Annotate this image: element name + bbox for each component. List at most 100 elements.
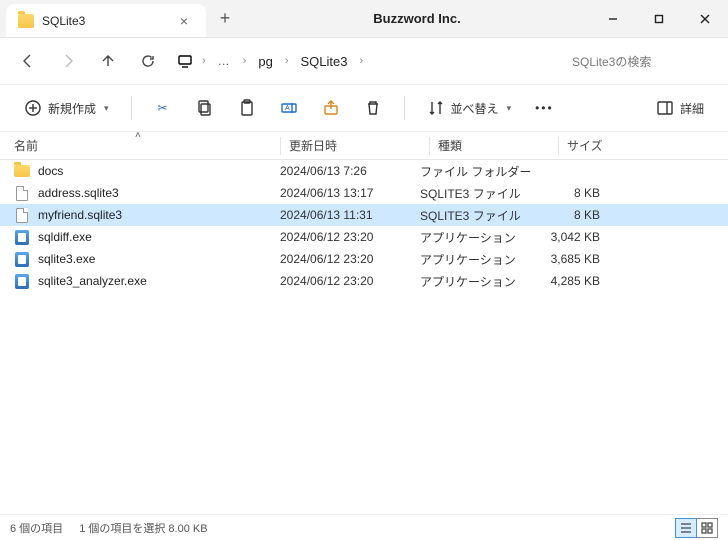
sort-icon [427, 99, 445, 117]
up-button[interactable] [90, 43, 126, 79]
breadcrumb-overflow[interactable]: … [214, 54, 235, 68]
file-size: 8 KB [540, 208, 620, 222]
file-date: 2024/06/12 23:20 [280, 230, 420, 244]
file-size: 4,285 KB [540, 274, 620, 288]
table-row[interactable]: address.sqlite3 2024/06/13 13:17SQLITE3 フ… [0, 182, 728, 204]
file-size: 8 KB [540, 186, 620, 200]
file-date: 2024/06/13 11:31 [280, 208, 420, 222]
refresh-button[interactable] [130, 43, 166, 79]
share-icon [322, 99, 340, 117]
back-button[interactable] [10, 43, 46, 79]
breadcrumb-seg-pg[interactable]: pg [254, 52, 276, 71]
view-thumbnails-button[interactable] [696, 518, 718, 538]
sort-button[interactable]: 並べ替え ▾ [417, 91, 522, 125]
app-title: Buzzword Inc. [244, 0, 590, 37]
close-button[interactable] [682, 0, 728, 37]
column-type[interactable]: 種類 [438, 137, 558, 154]
chevron-right-icon[interactable]: › [279, 55, 295, 67]
breadcrumb[interactable]: › … › pg › SQLite3 › [176, 52, 564, 71]
file-name: sqlite3.exe [38, 252, 95, 266]
file-size: 3,042 KB [540, 230, 620, 244]
sort-indicator-icon: ˄ [135, 130, 141, 141]
file-name: myfriend.sqlite3 [38, 208, 122, 222]
column-headers: ˄ 名前 更新日時 種類 サイズ [0, 132, 728, 160]
file-type: SQLITE3 ファイル [420, 185, 540, 202]
titlebar: SQLite3 × + Buzzword Inc. [0, 0, 728, 38]
file-date: 2024/06/13 13:17 [280, 186, 420, 200]
view-details-button[interactable] [675, 518, 697, 538]
forward-button[interactable] [50, 43, 86, 79]
sort-label: 並べ替え [451, 100, 499, 117]
exe-icon [14, 251, 30, 267]
file-type: ファイル フォルダー [420, 163, 540, 180]
file-size: 3,685 KB [540, 252, 620, 266]
command-bar: 新規作成 ▾ ✂ A 並べ替え ▾ ••• 詳細 [0, 84, 728, 132]
file-type: アプリケーション [420, 251, 540, 268]
plus-circle-icon [24, 99, 42, 117]
file-list: docs 2024/06/13 7:26ファイル フォルダー address.sql… [0, 160, 728, 292]
maximize-button[interactable] [636, 0, 682, 37]
table-row[interactable]: docs 2024/06/13 7:26ファイル フォルダー [0, 160, 728, 182]
window-tab[interactable]: SQLite3 × [6, 4, 206, 37]
monitor-icon [176, 52, 194, 70]
table-row[interactable]: sqldiff.exe 2024/06/12 23:20アプリケーション3,042… [0, 226, 728, 248]
file-date: 2024/06/13 7:26 [280, 164, 420, 178]
status-count: 6 個の項目 [10, 520, 63, 536]
clipboard-icon [238, 99, 256, 117]
details-pane-button[interactable]: 詳細 [646, 91, 714, 125]
file-type: SQLITE3 ファイル [420, 207, 540, 224]
status-selection: 1 個の項目を選択 8.00 KB [79, 520, 207, 536]
file-icon [14, 207, 30, 223]
trash-icon [364, 99, 382, 117]
file-icon [14, 185, 30, 201]
chevron-right-icon[interactable]: › [353, 55, 369, 67]
exe-icon [14, 229, 30, 245]
delete-button[interactable] [354, 91, 392, 125]
details-icon [656, 99, 674, 117]
ellipsis-icon: ••• [535, 101, 554, 115]
file-date: 2024/06/12 23:20 [280, 252, 420, 266]
share-button[interactable] [312, 91, 350, 125]
file-name: address.sqlite3 [38, 186, 119, 200]
file-name: sqldiff.exe [38, 230, 92, 244]
rename-button[interactable]: A [270, 91, 308, 125]
window-controls [590, 0, 728, 37]
file-type: アプリケーション [420, 229, 540, 246]
tab-title: SQLite3 [42, 14, 85, 28]
column-name[interactable]: 名前 [14, 137, 280, 154]
separator [131, 96, 132, 120]
breadcrumb-seg-sqlite3[interactable]: SQLite3 [296, 52, 351, 71]
folder-icon [14, 163, 30, 179]
chevron-down-icon: ▾ [507, 103, 512, 114]
search-input[interactable]: SQLite3の検索 [568, 47, 718, 76]
paste-button[interactable] [228, 91, 266, 125]
separator [404, 96, 405, 120]
cut-button[interactable]: ✂ [144, 91, 182, 125]
file-type: アプリケーション [420, 273, 540, 290]
svg-text:A: A [285, 105, 290, 112]
file-date: 2024/06/12 23:20 [280, 274, 420, 288]
new-button[interactable]: 新規作成 ▾ [14, 91, 119, 125]
exe-icon [14, 273, 30, 289]
scissors-icon: ✂ [154, 99, 172, 117]
status-bar: 6 個の項目 1 個の項目を選択 8.00 KB [0, 514, 728, 540]
table-row[interactable]: sqlite3.exe 2024/06/12 23:20アプリケーション3,685… [0, 248, 728, 270]
copy-button[interactable] [186, 91, 224, 125]
nav-toolbar: › … › pg › SQLite3 › SQLite3の検索 [0, 38, 728, 84]
chevron-down-icon: ▾ [104, 103, 109, 114]
column-date[interactable]: 更新日時 [289, 137, 429, 154]
file-name: sqlite3_analyzer.exe [38, 274, 147, 288]
more-button[interactable]: ••• [525, 91, 564, 125]
table-row[interactable]: sqlite3_analyzer.exe 2024/06/12 23:20アプリケ… [0, 270, 728, 292]
table-row[interactable]: myfriend.sqlite3 2024/06/13 11:31SQLITE3 … [0, 204, 728, 226]
minimize-button[interactable] [590, 0, 636, 37]
chevron-right-icon[interactable]: › [196, 55, 212, 67]
details-label: 詳細 [680, 100, 704, 117]
chevron-right-icon[interactable]: › [237, 55, 253, 67]
copy-icon [196, 99, 214, 117]
rename-icon: A [280, 99, 298, 117]
file-name: docs [38, 164, 63, 178]
column-size[interactable]: サイズ [567, 137, 728, 154]
tab-close-button[interactable]: × [174, 11, 194, 31]
new-tab-button[interactable]: + [206, 0, 244, 37]
